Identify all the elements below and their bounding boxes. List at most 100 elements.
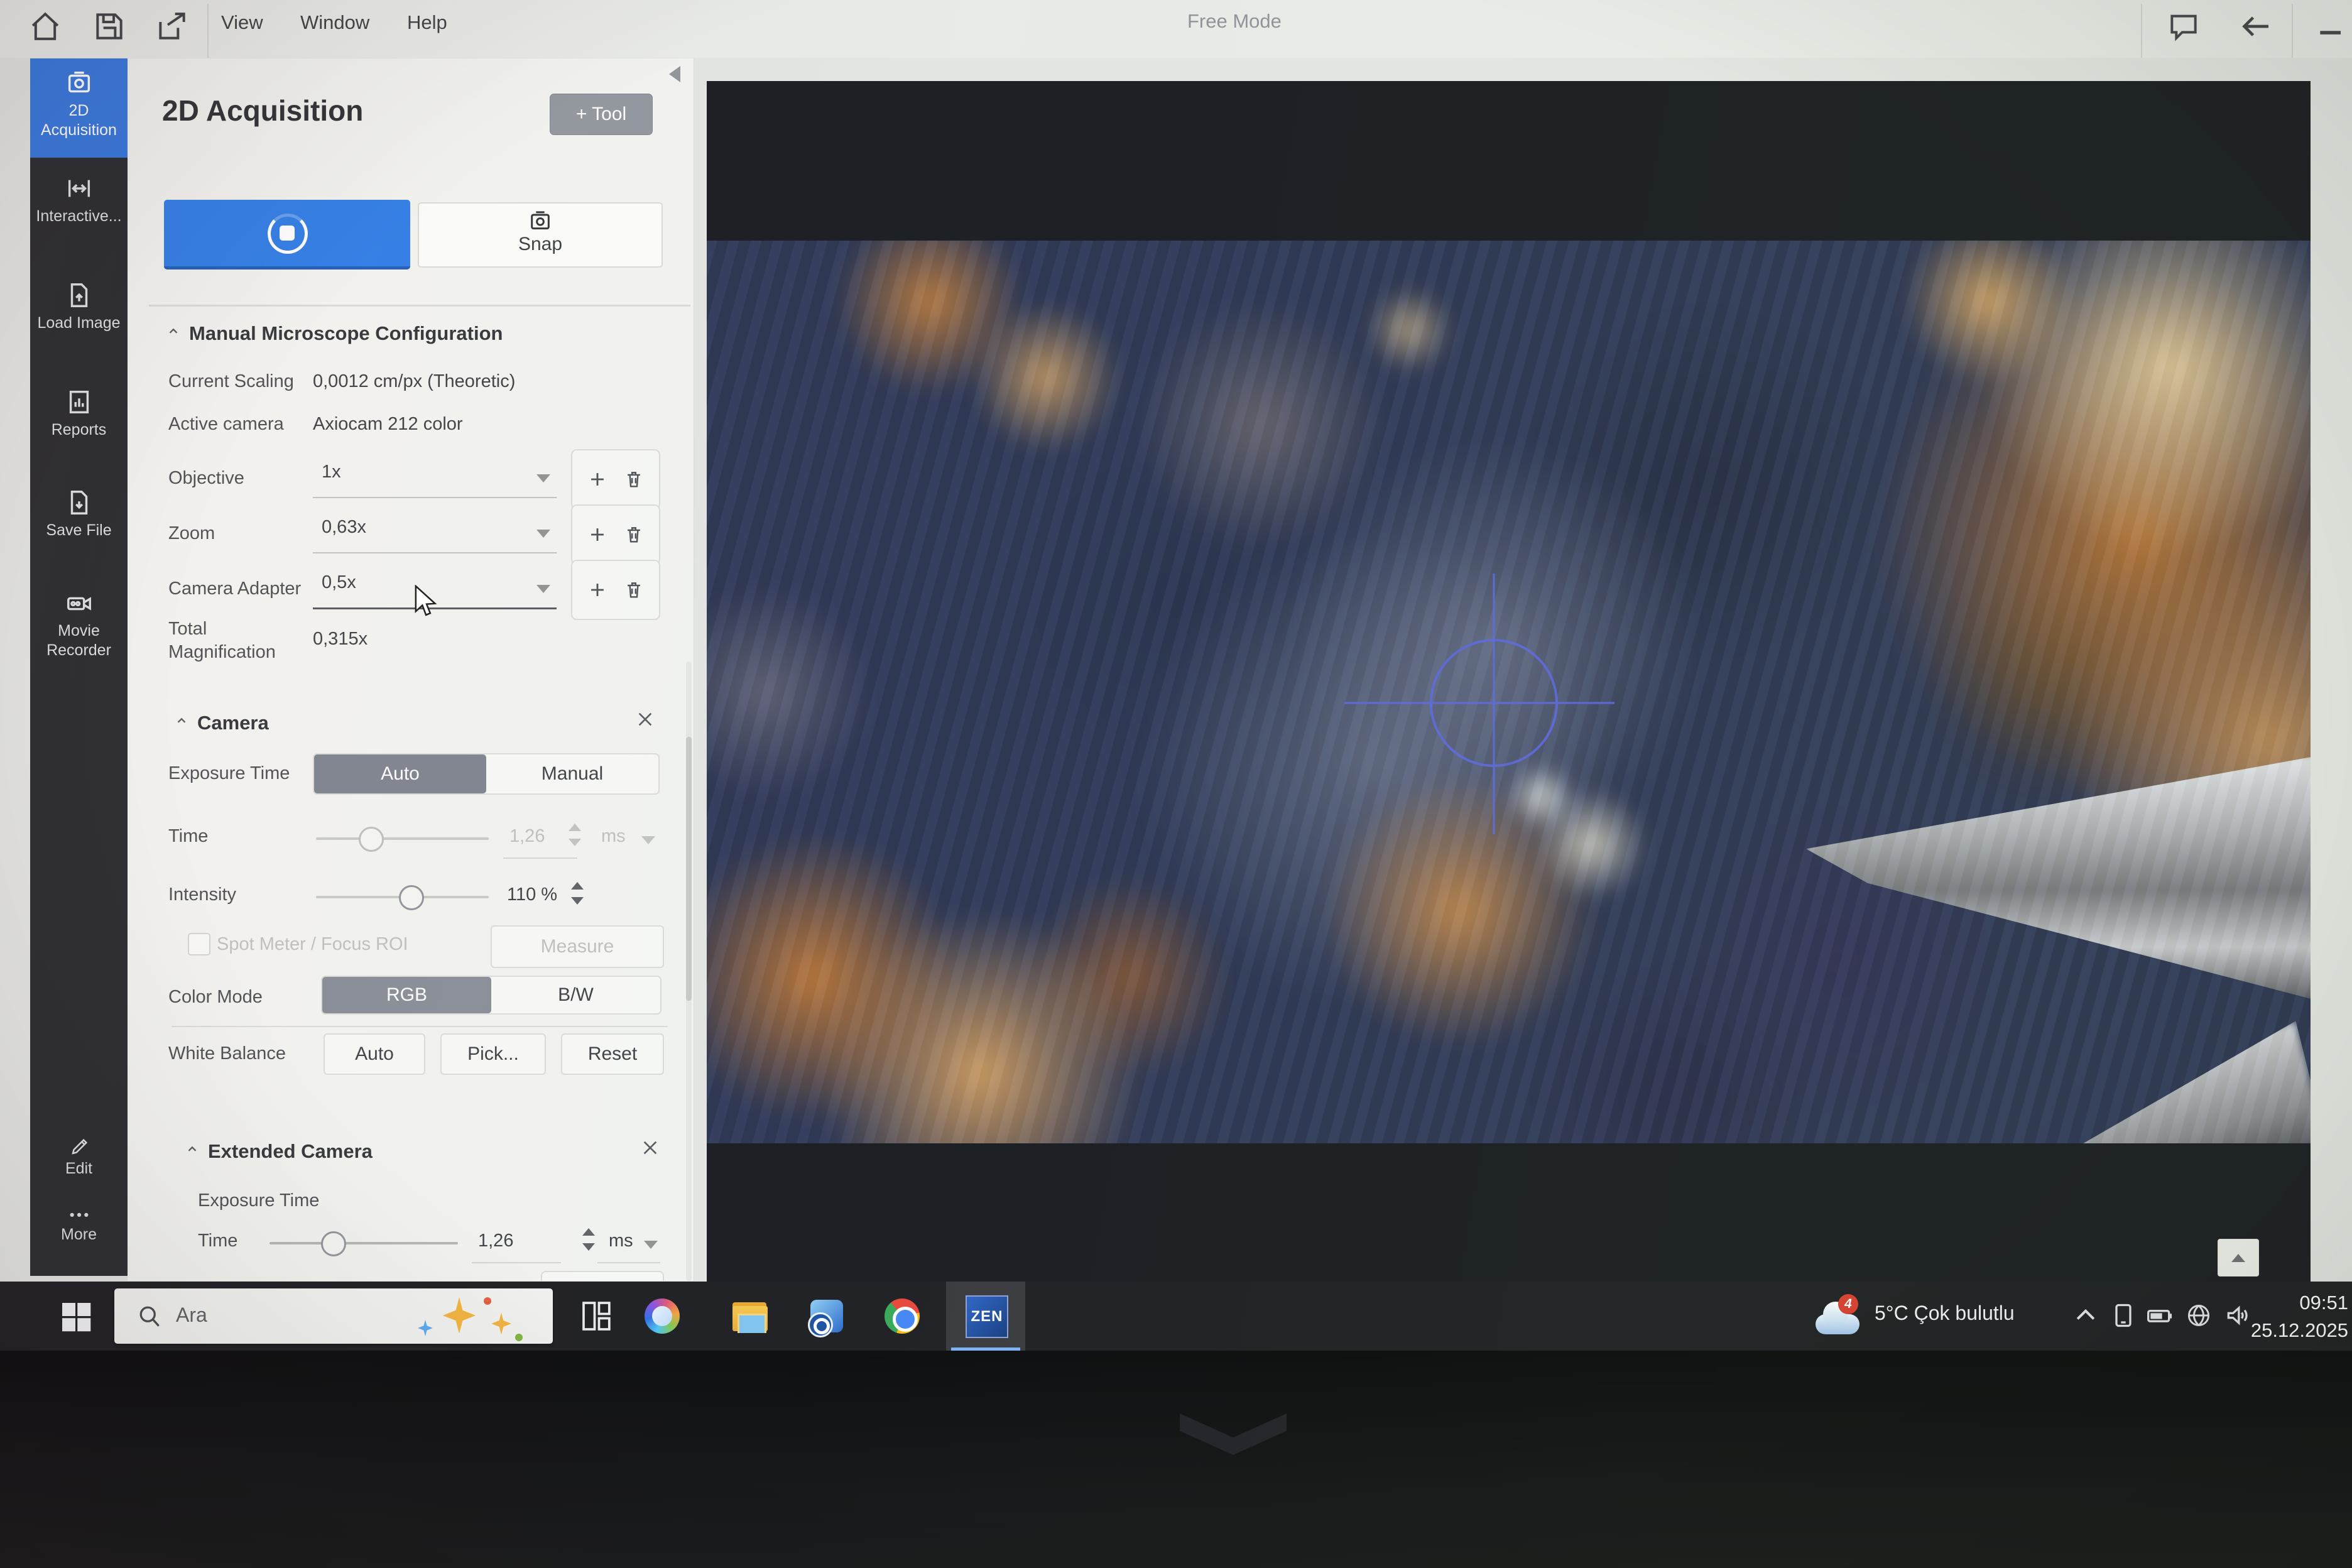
battery-icon[interactable] <box>2146 1302 2174 1329</box>
sidebar-item-label: Interactive... <box>30 207 128 226</box>
ext-time-stepper[interactable] <box>581 1227 596 1252</box>
menu-bar: View Window Help Free Mode <box>0 0 2352 58</box>
outlook-icon[interactable] <box>809 1298 844 1334</box>
intensity-stepper[interactable] <box>570 881 585 906</box>
sparkle-icon <box>489 1311 514 1336</box>
tray-chevron-up-icon[interactable] <box>2072 1302 2099 1329</box>
home-icon[interactable] <box>28 9 63 44</box>
time-slider[interactable] <box>316 837 489 840</box>
wb-reset-button[interactable]: Reset <box>561 1033 664 1075</box>
color-mode-label: Color Mode <box>168 987 263 1008</box>
color-mode-rgb-option[interactable]: RGB <box>322 977 491 1013</box>
triangle-up-icon <box>2231 1254 2245 1262</box>
scrollbar-thumb[interactable] <box>686 737 692 1001</box>
ellipsis-icon <box>68 1209 90 1224</box>
sidebar-item-load-image[interactable]: Load Image <box>30 271 128 365</box>
camera-adapter-dropdown[interactable]: 0,5x <box>313 569 557 609</box>
snap-button[interactable]: Snap <box>418 202 663 268</box>
weather-icon[interactable]: 4 <box>1816 1300 1859 1334</box>
close-icon[interactable] <box>635 709 655 729</box>
live-camera-image[interactable] <box>707 241 2311 1143</box>
network-globe-icon[interactable] <box>2185 1302 2213 1329</box>
config-section-header[interactable]: Manual Microscope Configuration <box>166 322 503 345</box>
sidebar-item-save-file[interactable]: Save File <box>30 478 128 566</box>
sparkle-dot <box>484 1297 491 1305</box>
monitor-logo <box>1180 1413 1287 1455</box>
close-icon[interactable] <box>640 1138 660 1158</box>
feedback-icon[interactable] <box>2166 9 2201 44</box>
zen-app-icon: ZEN <box>966 1295 1008 1338</box>
add-tool-button[interactable]: + Tool <box>550 94 653 135</box>
export-icon[interactable] <box>155 9 190 44</box>
sidebar-item-2d-acquisition[interactable]: 2D Acquisition <box>30 58 128 158</box>
color-mode-bw-option[interactable]: B/W <box>491 977 660 1013</box>
clipped-button[interactable] <box>541 1271 664 1281</box>
menu-window[interactable]: Window <box>300 11 369 34</box>
live-stop-button[interactable] <box>164 200 410 270</box>
collapse-panel-icon[interactable] <box>669 66 680 82</box>
chevron-down-icon[interactable] <box>641 836 655 844</box>
objective-dropdown[interactable]: 1x <box>313 458 557 498</box>
save-icon[interactable] <box>92 9 127 44</box>
active-camera-label: Active camera <box>168 414 284 435</box>
camera-section-header[interactable]: Camera <box>175 712 269 734</box>
image-viewer[interactable] <box>707 81 2311 1287</box>
chrome-icon[interactable] <box>885 1298 920 1334</box>
exposure-manual-option[interactable]: Manual <box>486 754 658 793</box>
minimize-icon[interactable] <box>2314 15 2349 50</box>
add-icon[interactable] <box>587 579 608 601</box>
time-stepper[interactable] <box>567 822 582 847</box>
menu-view[interactable]: View <box>221 11 263 34</box>
add-icon[interactable] <box>587 524 608 545</box>
intensity-slider[interactable] <box>316 896 489 898</box>
file-download-icon <box>65 488 94 517</box>
tray-clock[interactable]: 09:51 25.12.2025 <box>2251 1289 2348 1344</box>
search-input[interactable]: Ara <box>114 1288 553 1344</box>
time-slider-handle[interactable] <box>359 827 384 852</box>
device-icon[interactable] <box>2110 1302 2137 1329</box>
extended-camera-header[interactable]: Extended Camera <box>185 1140 373 1163</box>
task-view-icon[interactable] <box>579 1298 614 1334</box>
zoom-dropdown[interactable]: 0,63x <box>313 513 557 553</box>
chevron-down-icon <box>536 474 550 482</box>
trash-icon[interactable] <box>623 579 645 601</box>
stop-square-icon <box>280 226 295 241</box>
ext-time-slider-handle[interactable] <box>321 1231 346 1256</box>
speaker-icon[interactable] <box>2224 1302 2251 1329</box>
wb-pick-button[interactable]: Pick... <box>440 1033 546 1075</box>
zen-app-taskbar-button[interactable]: ZEN <box>946 1282 1025 1351</box>
menu-help[interactable]: Help <box>407 11 447 34</box>
panel-scrollbar[interactable] <box>686 662 692 1281</box>
sidebar-item-edit[interactable]: Edit <box>30 1126 128 1189</box>
start-button[interactable] <box>58 1298 93 1334</box>
sidebar-item-more[interactable]: More <box>30 1199 128 1261</box>
sidebar-item-interactive[interactable]: Interactive... <box>30 164 128 258</box>
ext-time-value: 1,26 <box>478 1231 513 1251</box>
exposure-auto-option[interactable]: Auto <box>314 754 486 793</box>
copilot-icon[interactable] <box>645 1298 680 1334</box>
weather-label[interactable]: 5°C Çok bulutlu <box>1875 1302 2015 1325</box>
camera-icon <box>65 68 94 97</box>
measure-button[interactable]: Measure <box>491 925 664 968</box>
clock-time: 09:51 <box>2251 1289 2348 1317</box>
wb-auto-button[interactable]: Auto <box>324 1033 425 1075</box>
back-arrow-icon[interactable] <box>2238 9 2273 44</box>
file-explorer-icon[interactable] <box>732 1298 768 1334</box>
intensity-value: 110 % <box>507 885 557 905</box>
sidebar-item-movie-recorder[interactable]: Movie Recorder <box>30 579 128 678</box>
trash-icon[interactable] <box>623 524 645 545</box>
chevron-down-icon[interactable] <box>644 1241 658 1249</box>
spot-meter-checkbox[interactable] <box>188 933 210 956</box>
trash-icon[interactable] <box>623 469 645 490</box>
intensity-slider-handle[interactable] <box>399 885 424 910</box>
chevron-down-icon <box>536 585 550 593</box>
add-icon[interactable] <box>587 469 608 490</box>
sidebar-item-reports[interactable]: Reports <box>30 378 128 469</box>
sidebar-item-label: Save File <box>30 521 128 540</box>
ext-time-slider[interactable] <box>270 1242 458 1244</box>
focus-crosshair <box>707 241 2311 1143</box>
app-area: 2D Acquisition Interactive... Load Image <box>0 58 2352 1282</box>
extended-header-label: Extended Camera <box>208 1140 373 1162</box>
scroll-up-button[interactable] <box>2218 1239 2259 1277</box>
monitor-photo: View Window Help Free Mode <box>0 0 2352 1568</box>
